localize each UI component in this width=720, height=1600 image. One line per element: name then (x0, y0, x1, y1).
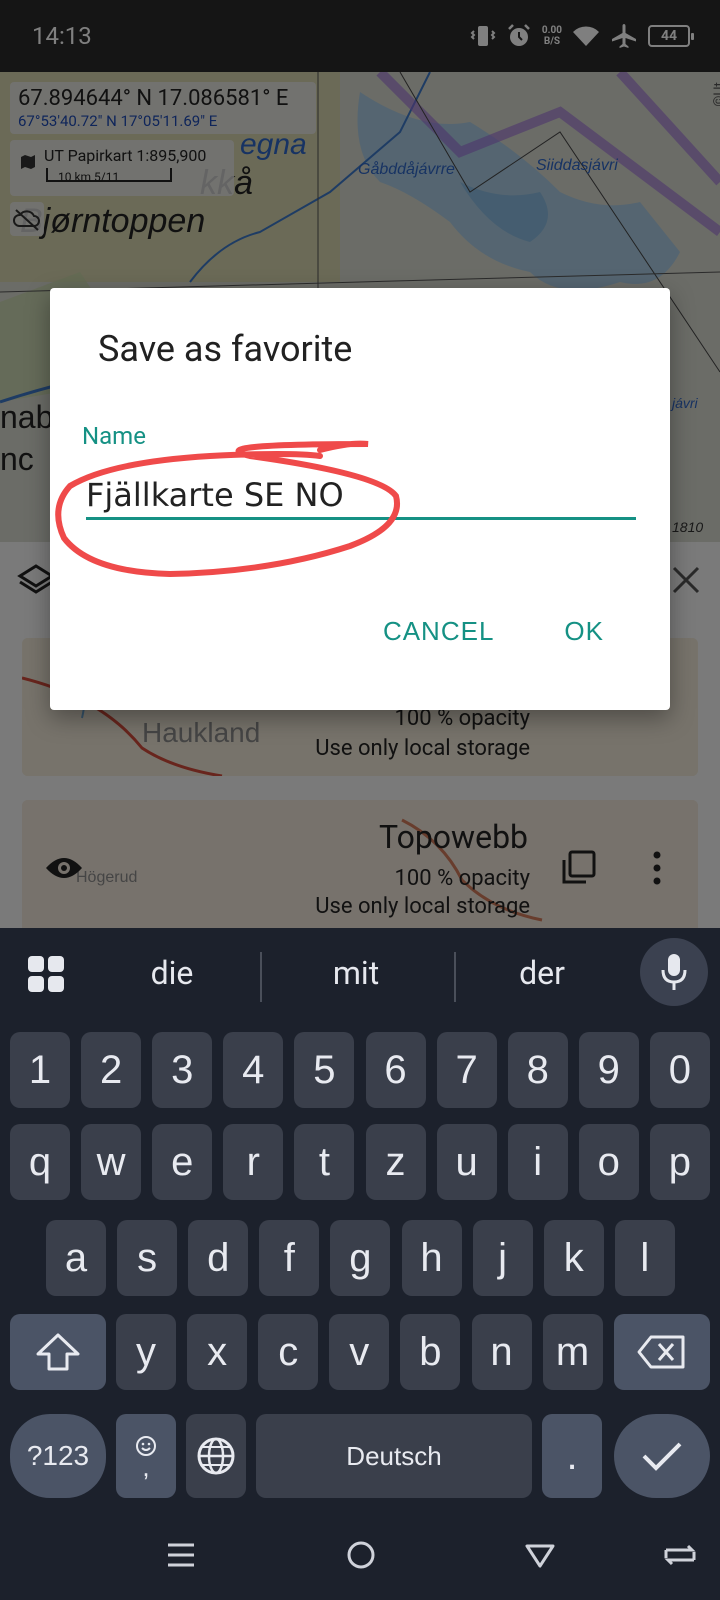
key-d[interactable]: d (188, 1220, 249, 1296)
apps-grid-icon[interactable] (26, 954, 66, 994)
key-8[interactable]: 8 (507, 1032, 568, 1108)
home-icon[interactable] (346, 1540, 376, 1570)
key-v[interactable]: v (329, 1314, 390, 1390)
key-z[interactable]: z (365, 1124, 426, 1200)
dialog-title: Save as favorite (98, 328, 353, 370)
key-3[interactable]: 3 (152, 1032, 213, 1108)
suggestion[interactable]: der (452, 954, 632, 992)
name-field-label: Name (82, 422, 146, 450)
dialog-actions: CANCEL OK (383, 616, 604, 647)
navigation-bar (0, 1510, 720, 1600)
menu-icon[interactable] (166, 1540, 196, 1570)
suggestion-divider (260, 952, 262, 1002)
key-q[interactable]: q (10, 1124, 70, 1200)
mic-icon (661, 954, 687, 990)
keyboard: die mit der 1234567890 qwertzuiop asdfgh… (0, 928, 720, 1510)
globe-icon (197, 1437, 235, 1475)
key-0[interactable]: 0 (649, 1032, 710, 1108)
suggestion[interactable]: mit (266, 954, 446, 992)
suggestion[interactable]: die (82, 954, 262, 992)
screen: { "status_bar": { "time": "14:13", "net_… (0, 0, 720, 1600)
key-j[interactable]: j (472, 1220, 533, 1296)
check-icon (642, 1442, 682, 1471)
shift-key[interactable] (10, 1314, 106, 1390)
key-g[interactable]: g (330, 1220, 391, 1296)
comma-label: , (142, 1452, 150, 1482)
key-c[interactable]: c (258, 1314, 319, 1390)
key-4[interactable]: 4 (223, 1032, 284, 1108)
backspace-key[interactable] (614, 1314, 710, 1390)
key-t[interactable]: t (294, 1124, 355, 1200)
emoji-comma-key[interactable]: , (116, 1414, 176, 1498)
key-9[interactable]: 9 (578, 1032, 639, 1108)
period-key[interactable]: . (542, 1414, 602, 1498)
name-input[interactable] (86, 472, 636, 520)
rotate-icon[interactable] (662, 1540, 698, 1570)
key-u[interactable]: u (436, 1124, 497, 1200)
key-a[interactable]: a (46, 1220, 106, 1296)
save-favorite-dialog: Save as favorite Name CANCEL OK (50, 288, 670, 710)
cancel-button[interactable]: CANCEL (383, 616, 494, 647)
key-m[interactable]: m (542, 1314, 603, 1390)
language-key[interactable] (186, 1414, 246, 1498)
key-7[interactable]: 7 (436, 1032, 497, 1108)
key-b[interactable]: b (400, 1314, 461, 1390)
key-2[interactable]: 2 (81, 1032, 142, 1108)
key-6[interactable]: 6 (365, 1032, 426, 1108)
key-o[interactable]: o (578, 1124, 639, 1200)
key-r[interactable]: r (223, 1124, 284, 1200)
suggestion-bar: die mit der (0, 928, 720, 1020)
numsym-key[interactable]: ?123 (10, 1414, 106, 1498)
key-f[interactable]: f (259, 1220, 320, 1296)
key-n[interactable]: n (471, 1314, 532, 1390)
key-h[interactable]: h (401, 1220, 462, 1296)
key-y[interactable]: y (116, 1314, 176, 1390)
ok-button[interactable]: OK (564, 616, 604, 647)
space-key[interactable]: Deutsch (256, 1414, 532, 1498)
back-icon[interactable] (524, 1542, 556, 1570)
key-e[interactable]: e (152, 1124, 213, 1200)
key-i[interactable]: i (507, 1124, 568, 1200)
key-x[interactable]: x (187, 1314, 248, 1390)
shift-icon (36, 1333, 80, 1371)
mic-button[interactable] (640, 938, 708, 1006)
key-1[interactable]: 1 (10, 1032, 70, 1108)
backspace-icon (637, 1335, 685, 1369)
key-l[interactable]: l (614, 1220, 675, 1296)
key-k[interactable]: k (543, 1220, 604, 1296)
enter-key[interactable] (614, 1414, 710, 1498)
key-s[interactable]: s (117, 1220, 178, 1296)
key-5[interactable]: 5 (294, 1032, 355, 1108)
key-p[interactable]: p (649, 1124, 710, 1200)
key-w[interactable]: w (81, 1124, 142, 1200)
